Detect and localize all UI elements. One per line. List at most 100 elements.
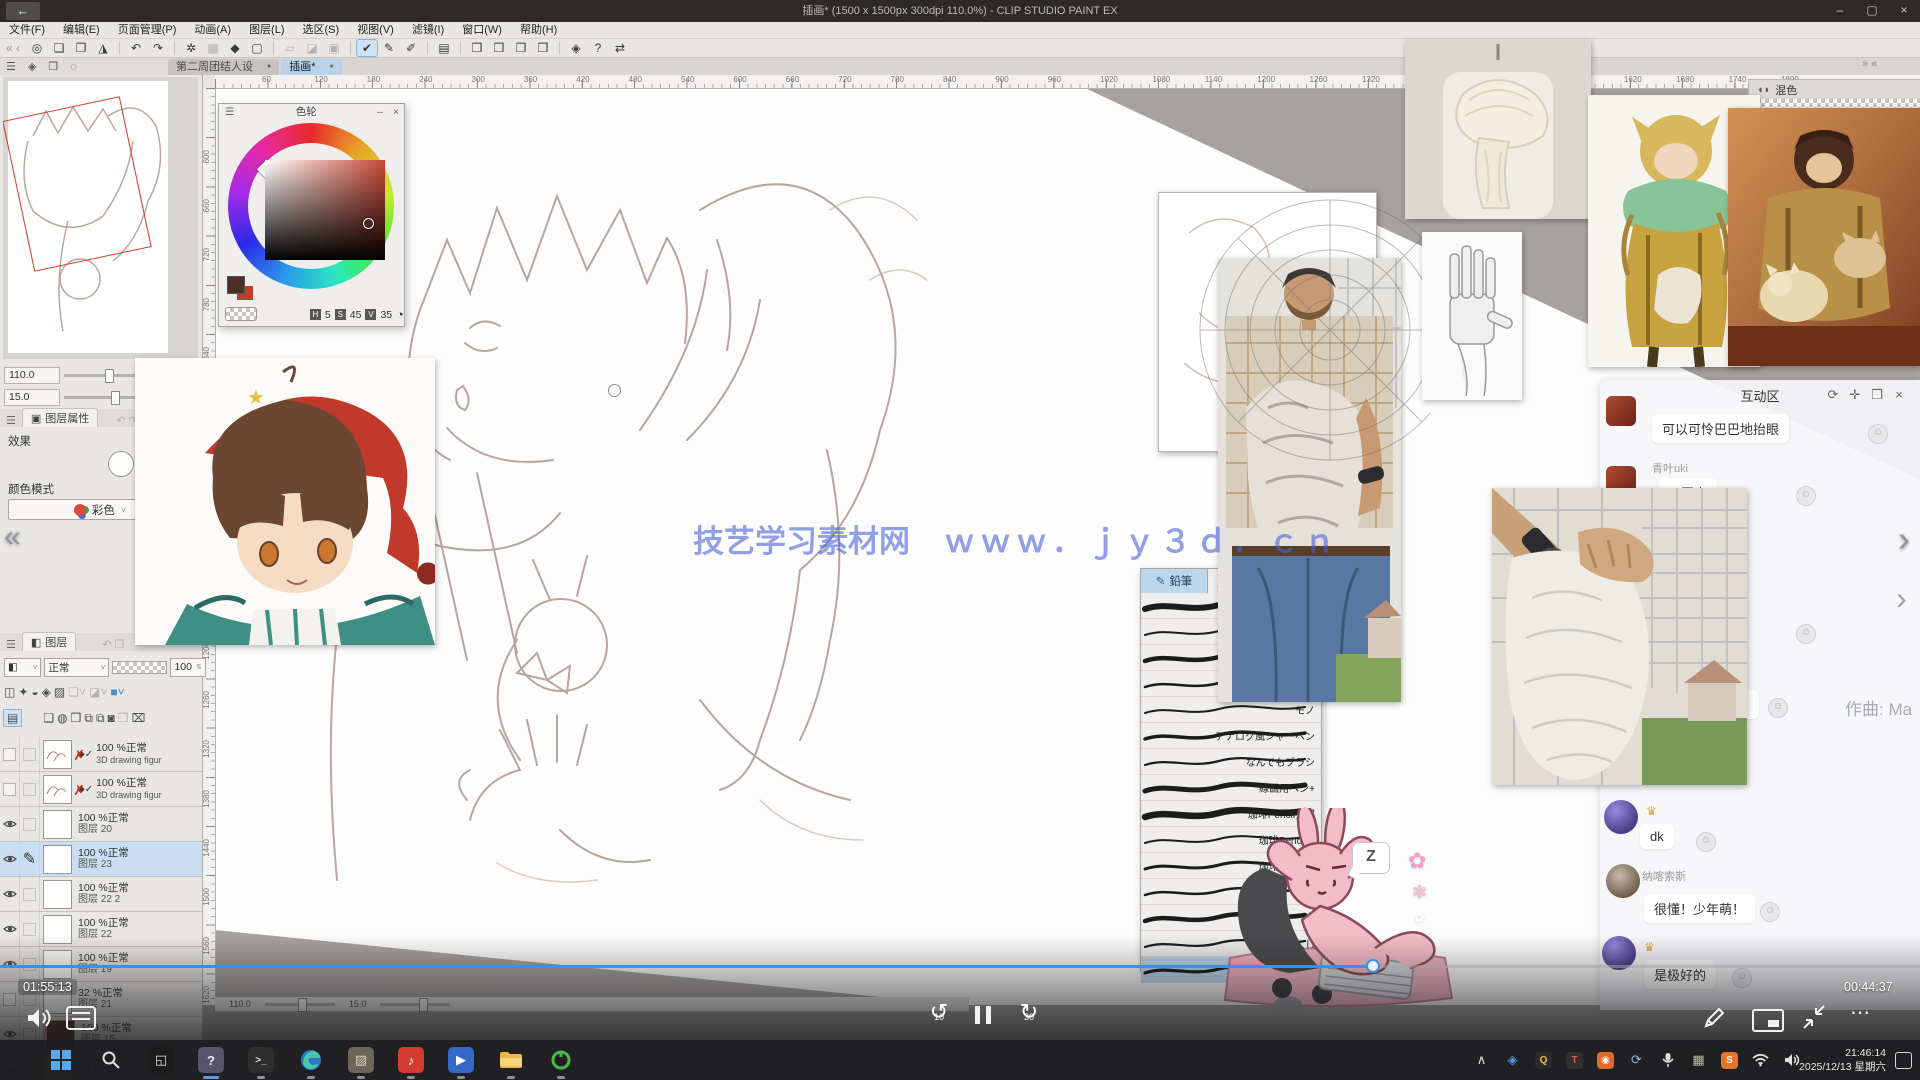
emoji-react-button[interactable]: ☺ — [1732, 968, 1752, 988]
keep-opacity-icon[interactable]: ✦ — [18, 685, 28, 699]
saturation-value-square[interactable] — [265, 160, 385, 260]
opacity-value[interactable]: 100⇅ — [170, 658, 206, 677]
color-wheel-menu-icon[interactable]: ☰ — [219, 106, 240, 118]
visibility-checkbox[interactable] — [3, 993, 16, 1006]
ruler-layer-icon[interactable]: ◪˅ — [89, 685, 107, 699]
volume-button[interactable] — [26, 1006, 52, 1030]
reg-image-4-icon[interactable]: ❒ — [533, 40, 553, 56]
rewind-10-button[interactable]: ↺10 — [922, 1002, 956, 1024]
tab-layer-property[interactable]: ▣ 图层属性 — [22, 408, 98, 427]
forward-30-button[interactable]: ↻30 — [1012, 1002, 1046, 1024]
menu-item[interactable]: 帮助(H) — [511, 22, 566, 38]
search-button[interactable] — [98, 1047, 124, 1073]
crop-icon[interactable]: ▢ — [247, 40, 267, 56]
new-file-icon[interactable]: ❏ — [49, 40, 69, 56]
layer-visibility-toggle[interactable] — [0, 737, 20, 771]
reference-art-warm-cats[interactable] — [1728, 108, 1920, 366]
close-button[interactable]: × — [1888, 0, 1920, 22]
switch-view-icon[interactable]: ⇄ — [610, 40, 630, 56]
mask-icon[interactable]: ◙ — [108, 711, 115, 725]
reference-portrait-santa-boy[interactable]: ★ — [135, 358, 435, 645]
layer-color-icon[interactable]: ■˅ — [110, 685, 124, 699]
visibility-checkbox[interactable] — [3, 748, 16, 761]
reference-photo-cat-closeup[interactable] — [1492, 488, 1747, 785]
layer-checkbox[interactable] — [23, 818, 36, 831]
tray-security-icon[interactable]: ◈ — [1504, 1052, 1521, 1069]
tray-mic-icon[interactable] — [1659, 1052, 1676, 1069]
layer-row[interactable]: ✗◆✓100 %正常3D drawing figur — [0, 772, 202, 807]
reg-image-2-icon[interactable]: ❒ — [489, 40, 509, 56]
player-prev-arrow[interactable]: « — [4, 520, 21, 554]
hsv-value-s[interactable]: 45 — [350, 309, 362, 321]
clip-icon[interactable]: ◫ — [4, 685, 15, 699]
edge-browser[interactable] — [298, 1047, 324, 1073]
new-vector-layer-icon[interactable]: ◍ — [57, 711, 67, 725]
tray-qq-icon[interactable]: Q — [1535, 1052, 1552, 1069]
color-history-icon[interactable]: ◔ — [396, 307, 404, 322]
undo-icon[interactable]: ↶ — [126, 40, 146, 56]
start-button[interactable] — [48, 1047, 74, 1073]
correct-line-icon[interactable]: ✔ — [357, 40, 377, 56]
notes-pencil-button[interactable] — [1702, 1006, 1726, 1030]
mini-player-button[interactable] — [1752, 1009, 1784, 1032]
panel-layout-icon[interactable]: ▤ — [434, 40, 454, 56]
panel-arrows[interactable]: » « — [1862, 58, 1877, 70]
maximize-button[interactable]: ▢ — [1856, 0, 1888, 22]
layer-checkbox[interactable] — [23, 888, 36, 901]
sv-cursor[interactable] — [363, 218, 374, 229]
layer-row[interactable]: 100 %正常图层 20 — [0, 807, 202, 842]
effect-border-button[interactable] — [108, 451, 134, 477]
tab-pencil-brushes[interactable]: ✎ 鉛筆 — [1141, 569, 1208, 593]
chat-avatar[interactable] — [1604, 800, 1638, 834]
chat-avatar[interactable] — [1606, 396, 1636, 426]
layer-row[interactable]: 100 %正常图层 22 2 — [0, 877, 202, 912]
redo-icon[interactable]: ↷ — [148, 40, 168, 56]
pause-button[interactable] — [972, 1006, 994, 1029]
player-next-arrow[interactable]: › — [1898, 518, 1910, 560]
emoji-react-button[interactable]: ☺ — [1768, 698, 1788, 718]
merge-layer-icon[interactable]: ⧉ — [96, 711, 105, 726]
layer-visibility-toggle[interactable] — [0, 842, 20, 876]
help-icon[interactable]: ? — [588, 40, 608, 56]
menu-item[interactable]: 窗口(W) — [453, 22, 511, 38]
toolbar-collapse-icon[interactable]: « ‹ — [6, 41, 20, 55]
menu-item[interactable]: 视图(V) — [348, 22, 403, 38]
netease-music-app[interactable]: ♪ — [398, 1047, 424, 1073]
snap-compass-icon[interactable]: ◎ — [27, 40, 47, 56]
item-bank-tab-icon[interactable]: ◌ — [64, 61, 83, 73]
enable-mask-icon[interactable]: ❏˅ — [68, 685, 86, 699]
pencil-icon[interactable]: ✐ — [401, 40, 421, 56]
emoji-react-button[interactable]: ☺ — [1796, 624, 1816, 644]
document-tab[interactable]: 插画*● — [281, 59, 342, 75]
layer-row[interactable]: ✗◆✓100 %正常3D drawing figur — [0, 737, 202, 772]
minimize-button[interactable]: – — [1824, 0, 1856, 22]
layer-row[interactable]: ✎100 %正常图层 23 — [0, 842, 202, 877]
reg-image-1-icon[interactable]: ❒ — [467, 40, 487, 56]
palette-dock-icon[interactable]: ▤ — [4, 710, 21, 726]
draft-icon[interactable]: ◒ — [31, 685, 38, 699]
hsv-value-v[interactable]: 35 — [380, 309, 392, 321]
menu-item[interactable]: 编辑(E) — [54, 22, 109, 38]
tab-mix-color[interactable]: ◖◗ 混色 — [1748, 79, 1920, 100]
layer-type-combo[interactable]: ◧˅ — [4, 658, 41, 677]
foreground-color-swatch[interactable] — [227, 276, 245, 294]
pen-icon[interactable]: ✎ — [379, 40, 399, 56]
tray-wifi-icon[interactable] — [1752, 1052, 1769, 1069]
apply-mask-icon[interactable]: ❒ — [118, 711, 129, 725]
opacity-slider[interactable] — [112, 661, 167, 674]
reg-image-3-icon[interactable]: ❒ — [511, 40, 531, 56]
new-folder-icon[interactable]: ❒ — [71, 711, 82, 725]
reference-hand-model[interactable] — [1422, 232, 1522, 400]
deselect-icon[interactable]: ✲ — [181, 40, 201, 56]
brush-row[interactable]: なんでもブラシ — [1141, 749, 1321, 775]
tray-sogou-icon[interactable]: S — [1721, 1052, 1738, 1069]
notes-app[interactable]: ▨ — [348, 1047, 374, 1073]
layer-visibility-toggle[interactable] — [0, 982, 20, 1016]
visibility-checkbox[interactable] — [3, 783, 16, 796]
chat-collapse-arrow[interactable]: › — [1896, 580, 1907, 617]
color-swatches[interactable] — [225, 276, 265, 304]
layer-visibility-toggle[interactable] — [0, 807, 20, 841]
sel-shrink-icon[interactable]: ▱ — [280, 40, 300, 56]
lock-pixel-icon[interactable]: ▨ — [54, 685, 65, 699]
player-more-button[interactable]: ⋯ — [1850, 1000, 1872, 1025]
